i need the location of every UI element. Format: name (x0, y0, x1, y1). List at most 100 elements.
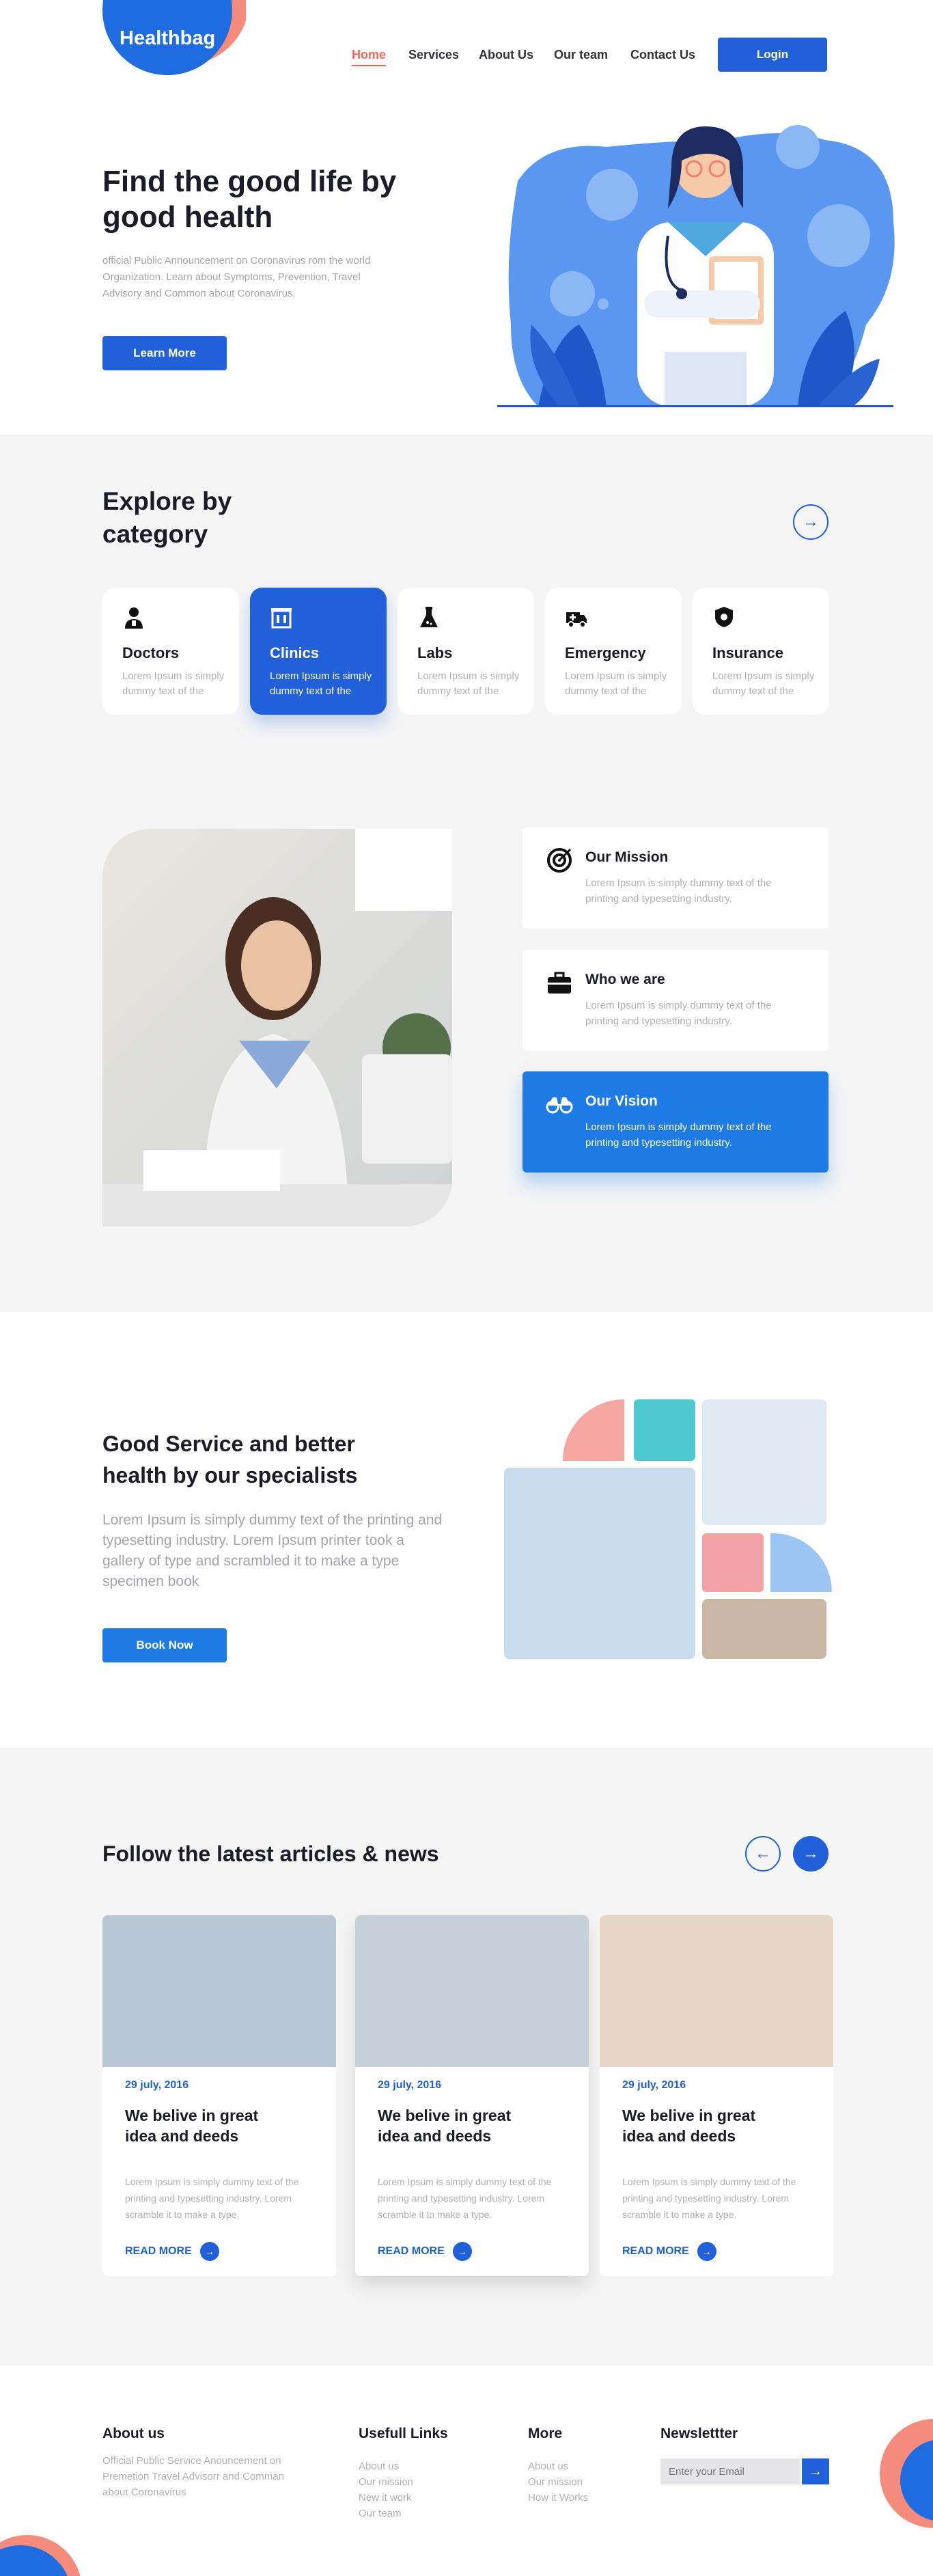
category-desc: Lorem Ipsum is simply dummy text of the (417, 670, 520, 697)
category-name: Clinics (270, 644, 320, 661)
newsletter-submit-button[interactable]: → (802, 2458, 829, 2484)
footer-link[interactable]: How it Works (528, 2490, 588, 2506)
article-image (600, 1915, 833, 2067)
footer-link[interactable]: Our mission (528, 2474, 583, 2490)
article-desc: Lorem Ipsum is simply dummy text of the … (378, 2176, 552, 2220)
category-name: Labs (417, 644, 453, 661)
news-next-button[interactable]: → (793, 1836, 828, 1872)
article-title: We belive in great idea and deeds (378, 2107, 512, 2145)
article-image (355, 1915, 589, 2067)
footer-link[interactable]: New it work (359, 2490, 412, 2506)
news-title: Follow the latest articles & news (102, 1841, 439, 1866)
briefcase-icon (548, 972, 571, 994)
category-name: Emergency (565, 644, 646, 661)
doctor-icon (125, 607, 143, 629)
category-card-doctors[interactable]: Doctors Lorem Ipsum is simply dummy text… (102, 588, 239, 715)
collage-shape (770, 1533, 832, 1592)
arrow-right-icon: → (697, 2242, 716, 2261)
footer-decor-shape (0, 2535, 81, 2576)
target-icon (547, 848, 572, 873)
collage-photo (634, 1399, 695, 1461)
nav-our-team[interactable]: Our team (554, 48, 608, 62)
info-title: Our Vision (585, 1093, 658, 1109)
nav-home[interactable]: Home (352, 48, 387, 66)
footer-link[interactable]: Our mission (359, 2474, 413, 2490)
nav-contact-us[interactable]: Contact Us (630, 48, 695, 62)
shield-icon (715, 607, 733, 627)
footer-about-text: Official Public Service Anouncement on P… (102, 2455, 284, 2498)
nav-about-us[interactable]: About Us (479, 48, 533, 62)
category-card-insurance[interactable]: Insurance Lorem Ipsum is simply dummy te… (693, 588, 829, 715)
category-desc: Lorem Ipsum is simply dummy text of the (270, 670, 372, 697)
footer-newsletter-title: Newslettter (660, 2426, 738, 2441)
specialists-collage (504, 1399, 832, 1660)
brand-logo[interactable]: Healthbag (120, 27, 215, 50)
info-desc: Lorem Ipsum is simply dummy text of the … (585, 877, 772, 905)
collage-photo (702, 1399, 826, 1525)
doctor-photo (102, 829, 452, 1227)
info-title: Our Mission (585, 849, 669, 865)
category-next-button[interactable]: → (793, 504, 828, 540)
article-card[interactable]: 29 july, 2016 We belive in great idea an… (102, 1915, 336, 2276)
collage-photo (702, 1533, 764, 1592)
arrow-right-icon: → (809, 2463, 822, 2479)
arrow-right-icon: → (803, 1844, 819, 1863)
footer-decor-shape (880, 2419, 933, 2528)
article-desc: Lorem Ipsum is simply dummy text of the … (125, 2176, 299, 2220)
login-button[interactable]: Login (718, 38, 827, 72)
article-date: 29 july, 2016 (622, 2079, 686, 2091)
read-more-link[interactable]: READ MORE → (378, 2242, 472, 2261)
article-image (102, 1915, 336, 2067)
article-title: We belive in great idea and deeds (622, 2107, 756, 2145)
collage-shape (563, 1399, 624, 1461)
arrow-right-icon: → (199, 2242, 219, 2261)
hero-description: official Public Announcement on Coronavi… (102, 255, 371, 299)
arrow-right-icon: → (803, 512, 819, 531)
article-date: 29 july, 2016 (125, 2079, 189, 2091)
nav-services[interactable]: Services (408, 48, 459, 62)
binoculars-icon (546, 1097, 573, 1114)
info-desc: Lorem Ipsum is simply dummy text of the … (585, 1000, 772, 1027)
footer-useful-title: Usefull Links (359, 2426, 448, 2441)
info-card-vision[interactable]: Our Vision Lorem Ipsum is simply dummy t… (523, 1071, 828, 1173)
read-more-link[interactable]: READ MORE → (125, 2242, 219, 2261)
category-card-labs[interactable]: Labs Lorem Ipsum is simply dummy text of… (398, 588, 534, 715)
collage-photo (702, 1599, 826, 1659)
hero-doctor-illustration (497, 125, 895, 407)
service-title: Good Service and better health by our sp… (102, 1431, 358, 1488)
flask-icon (420, 607, 438, 627)
footer-link[interactable]: About us (528, 2458, 568, 2474)
category-name: Doctors (122, 644, 180, 661)
article-desc: Lorem Ipsum is simply dummy text of the … (622, 2176, 796, 2220)
article-date: 29 july, 2016 (378, 2079, 442, 2091)
learn-more-button[interactable]: Learn More (102, 336, 227, 370)
footer-more-title: More (528, 2426, 563, 2441)
category-desc: Lorem Ipsum is simply dummy text of the (712, 670, 815, 697)
clinic-icon (271, 608, 292, 629)
article-card[interactable]: 29 july, 2016 We belive in great idea an… (355, 1915, 589, 2276)
category-card-emergency[interactable]: Emergency Lorem Ipsum is simply dummy te… (545, 588, 682, 715)
collage-photo (504, 1468, 695, 1659)
read-more-link[interactable]: READ MORE → (622, 2242, 716, 2261)
info-card-mission[interactable]: Our Mission Lorem Ipsum is simply dummy … (523, 827, 828, 929)
service-description: Lorem Ipsum is simply dummy text of the … (102, 1512, 443, 1589)
category-card-clinics[interactable]: Clinics Lorem Ipsum is simply dummy text… (250, 588, 387, 715)
book-now-button[interactable]: Book Now (102, 1628, 227, 1662)
arrow-left-icon: ← (755, 1844, 771, 1863)
footer-link[interactable]: About us (359, 2458, 399, 2474)
info-title: Who we are (585, 972, 665, 987)
ambulance-icon (566, 612, 587, 628)
hero-title: Find the good life by good health (102, 165, 397, 234)
category-name: Insurance (712, 644, 783, 661)
info-card-who-we-are[interactable]: Who we are Lorem Ipsum is simply dummy t… (523, 950, 828, 1051)
category-desc: Lorem Ipsum is simply dummy text of the (122, 670, 225, 697)
news-prev-button[interactable]: ← (745, 1836, 781, 1872)
info-desc: Lorem Ipsum is simply dummy text of the … (585, 1121, 772, 1149)
footer-about-title: About us (102, 2426, 165, 2441)
category-title: Explore by category (102, 487, 232, 548)
footer-link[interactable]: Our team (359, 2506, 402, 2521)
newsletter-email-input[interactable] (660, 2458, 800, 2484)
article-title: We belive in great idea and deeds (125, 2107, 259, 2145)
article-card[interactable]: 29 july, 2016 We belive in great idea an… (600, 1915, 833, 2276)
category-desc: Lorem Ipsum is simply dummy text of the (565, 670, 667, 697)
